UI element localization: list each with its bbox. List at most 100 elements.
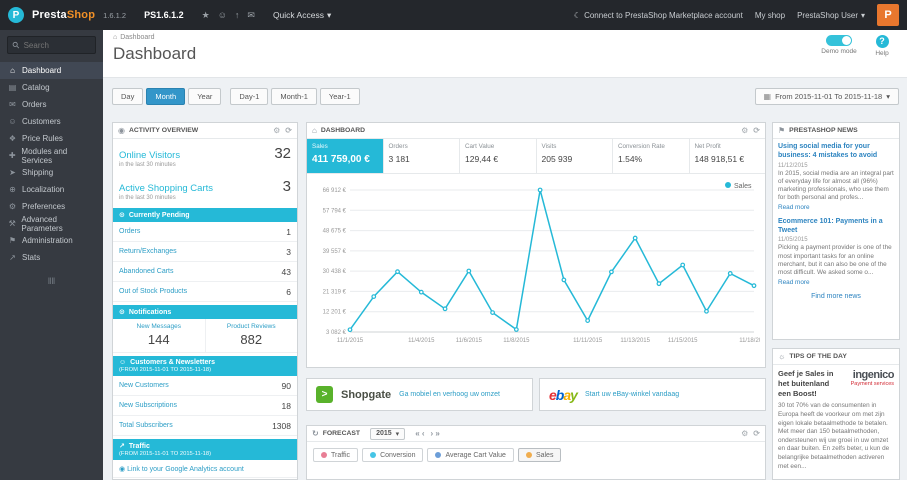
- ebay-cta-link[interactable]: Start uw eBay-winkel vandaag: [585, 391, 679, 398]
- legend-traffic-toggle[interactable]: Traffic: [313, 448, 359, 462]
- help-button[interactable]: ? Help: [867, 35, 897, 57]
- new-customers-row[interactable]: New Customers 90: [113, 376, 297, 396]
- sidebar-item-preferences[interactable]: ⚙ Preferences: [0, 198, 103, 215]
- sidebar-item-shipping[interactable]: ➤ Shipping: [0, 164, 103, 181]
- sidebar-item-label: Preferences: [22, 202, 66, 211]
- activity-overview-panel: ◉ ACTIVITY OVERVIEW ⚙ ⟳ Online Visitors 3…: [112, 122, 298, 480]
- sidebar-item-stats[interactable]: ↗ Stats: [0, 249, 103, 266]
- brand-presta: Presta: [32, 9, 67, 21]
- article-excerpt: In 2015, social media are an integral pa…: [778, 169, 894, 202]
- cell-value: 882: [240, 332, 263, 347]
- product-reviews-cell[interactable]: Product Reviews 882: [204, 319, 298, 352]
- row-value: 1308: [272, 420, 291, 431]
- pending-returns-row[interactable]: Return/Exchanges 3: [113, 242, 297, 262]
- kpi-conversion-rate[interactable]: Conversion Rate 1.54%: [613, 139, 690, 173]
- kpi-label: Conversion Rate: [618, 143, 665, 150]
- find-more-news-link[interactable]: Find more news: [778, 293, 894, 300]
- news-body: Using social media for your business: 4 …: [773, 139, 899, 304]
- sidebar-item-dashboard[interactable]: ⌂ Dashboard: [0, 62, 103, 79]
- kpi-cart-value[interactable]: Cart Value 129,44 €: [460, 139, 537, 173]
- news-icon: ⚑: [778, 126, 786, 135]
- sales-line-chart: 3 082 € 12 201 € 21 319 € 30 438 € 39 557 € 4…: [323, 182, 769, 344]
- my-shop-link[interactable]: My shop: [755, 11, 785, 20]
- sidebar-collapse-button[interactable]: ‖‖: [0, 276, 103, 286]
- messages-notification-icon[interactable]: ✉: [247, 10, 255, 21]
- panel-refresh-icon[interactable]: ⟳: [753, 126, 760, 135]
- section-title: Customers & Newsletters: [130, 359, 215, 366]
- sidebar-item-administration[interactable]: ⚑ Administration: [0, 232, 103, 249]
- kpi-visits[interactable]: Visits 205 939: [537, 139, 613, 173]
- breadcrumb: ⌂ Dashboard: [113, 34, 154, 41]
- svg-text:21 319 €: 21 319 €: [323, 289, 347, 295]
- abandoned-carts-row[interactable]: Abandoned Carts 43: [113, 262, 297, 282]
- article-title-link[interactable]: Using social media for your business: 4 …: [778, 143, 894, 161]
- bookmark-icon[interactable]: ★: [202, 10, 210, 21]
- row-label: Orders: [119, 228, 141, 235]
- kpi-value: 148 918,51 €: [694, 154, 745, 164]
- demo-mode-toggle[interactable]: [826, 35, 852, 46]
- panel-settings-icon[interactable]: ⚙: [273, 126, 280, 135]
- sidebar-item-advanced-parameters[interactable]: ⚒ Advanced Parameters: [0, 215, 103, 233]
- panel-settings-icon[interactable]: ⚙: [741, 429, 748, 438]
- active-carts-link[interactable]: Active Shopping Carts: [119, 183, 213, 194]
- next-year-button[interactable]: › »: [431, 429, 440, 438]
- quick-access-menu[interactable]: Quick Access ▾: [273, 10, 331, 21]
- customers-notification-icon[interactable]: ☺: [218, 10, 227, 21]
- panel-settings-icon[interactable]: ⚙: [741, 126, 748, 135]
- sidebar-item-catalog[interactable]: ▤ Catalog: [0, 79, 103, 96]
- upload-icon[interactable]: ↑: [235, 10, 240, 21]
- forecast-year-select[interactable]: 2015 ▾: [370, 427, 406, 440]
- price-rules-icon: ❖: [8, 134, 17, 143]
- online-visitors-link[interactable]: Online Visitors: [119, 150, 180, 161]
- legend-average-cart-value-toggle[interactable]: Average Cart Value: [427, 448, 514, 462]
- user-menu[interactable]: PrestaShop User ▾: [797, 11, 865, 20]
- traffic-dot-icon: [321, 452, 327, 458]
- row-label: Total Subscribers: [119, 422, 173, 429]
- range-day-1-button[interactable]: Day-1: [230, 87, 269, 105]
- prev-year-button[interactable]: « ‹: [415, 429, 424, 438]
- range-month-1-button[interactable]: Month-1: [271, 87, 317, 105]
- sidebar-item-price-rules[interactable]: ❖ Price Rules: [0, 130, 103, 147]
- sidebar-item-localization[interactable]: ⊕ Localization: [0, 181, 103, 198]
- sales-chart-container: 3 082 € 12 201 € 21 319 € 30 438 € 39 557 € 4…: [307, 174, 769, 371]
- prestashop-news-panel: ⚑ PRESTASHOP NEWS Using social media for…: [772, 122, 900, 340]
- marketplace-link[interactable]: ☾ Connect to PrestaShop Marketplace accou…: [574, 11, 743, 20]
- user-avatar[interactable]: P: [877, 4, 899, 26]
- new-subscriptions-row[interactable]: New Subscriptions 18: [113, 396, 297, 416]
- total-subscribers-row[interactable]: Total Subscribers 1308: [113, 416, 297, 436]
- activity-icon: ◉: [118, 126, 125, 135]
- sidebar-search[interactable]: ⚲: [7, 36, 96, 54]
- svg-text:11/15/2015: 11/15/2015: [668, 338, 698, 344]
- sidebar-item-label: Administration: [22, 236, 73, 245]
- range-year-1-button[interactable]: Year-1: [319, 87, 360, 105]
- read-more-link[interactable]: Read more: [778, 279, 894, 286]
- read-more-link[interactable]: Read more: [778, 204, 894, 211]
- range-month-button[interactable]: Month: [146, 87, 186, 105]
- sidebar-item-modules[interactable]: ✚ Modules and Services: [0, 147, 103, 165]
- kpi-orders[interactable]: Orders 3 181: [384, 139, 460, 173]
- page-header: ⌂ Dashboard Dashboard Demo mode ? Help: [103, 30, 907, 78]
- sidebar-item-orders[interactable]: ✉ Orders: [0, 96, 103, 113]
- panel-refresh-icon[interactable]: ⟳: [285, 126, 292, 135]
- google-analytics-link-row[interactable]: ◉ Link to your Google Analytics account: [113, 460, 297, 478]
- customers-newsletters-header: ☺ Customers & Newsletters (FROM 2015-11-0…: [113, 356, 297, 376]
- new-messages-cell[interactable]: New Messages 144: [113, 319, 205, 352]
- shopgate-cta-link[interactable]: Ga mobiel en verhoog uw omzet: [399, 391, 500, 398]
- range-year-button[interactable]: Year: [188, 87, 222, 105]
- pending-orders-row[interactable]: Orders 1: [113, 222, 297, 242]
- article-title-link[interactable]: Ecommerce 101: Payments in a Tweet: [778, 218, 894, 236]
- search-input[interactable]: [23, 40, 92, 50]
- row-value: 90: [281, 380, 291, 391]
- sidebar-item-customers[interactable]: ☺ Customers: [0, 113, 103, 130]
- date-range-button[interactable]: ▦ From 2015-11-01 To 2015-11-18 ▾: [754, 87, 899, 105]
- legend-conversion-toggle[interactable]: Conversion: [362, 448, 424, 462]
- out-of-stock-row[interactable]: Out of Stock Products 6: [113, 282, 297, 302]
- kpi-sales[interactable]: Sales 411 759,00 €: [307, 139, 384, 173]
- quick-access-label: Quick Access: [272, 10, 324, 20]
- range-day-button[interactable]: Day: [112, 87, 144, 105]
- panel-refresh-icon[interactable]: ⟳: [753, 429, 760, 438]
- legend-sales-toggle[interactable]: Sales: [517, 448, 562, 462]
- ebay-promo-panel: ebay Start uw eBay-winkel vandaag: [539, 378, 766, 411]
- sidebar-item-label: Dashboard: [22, 66, 62, 75]
- kpi-net-profit[interactable]: Net Profit 148 918,51 €: [690, 139, 766, 173]
